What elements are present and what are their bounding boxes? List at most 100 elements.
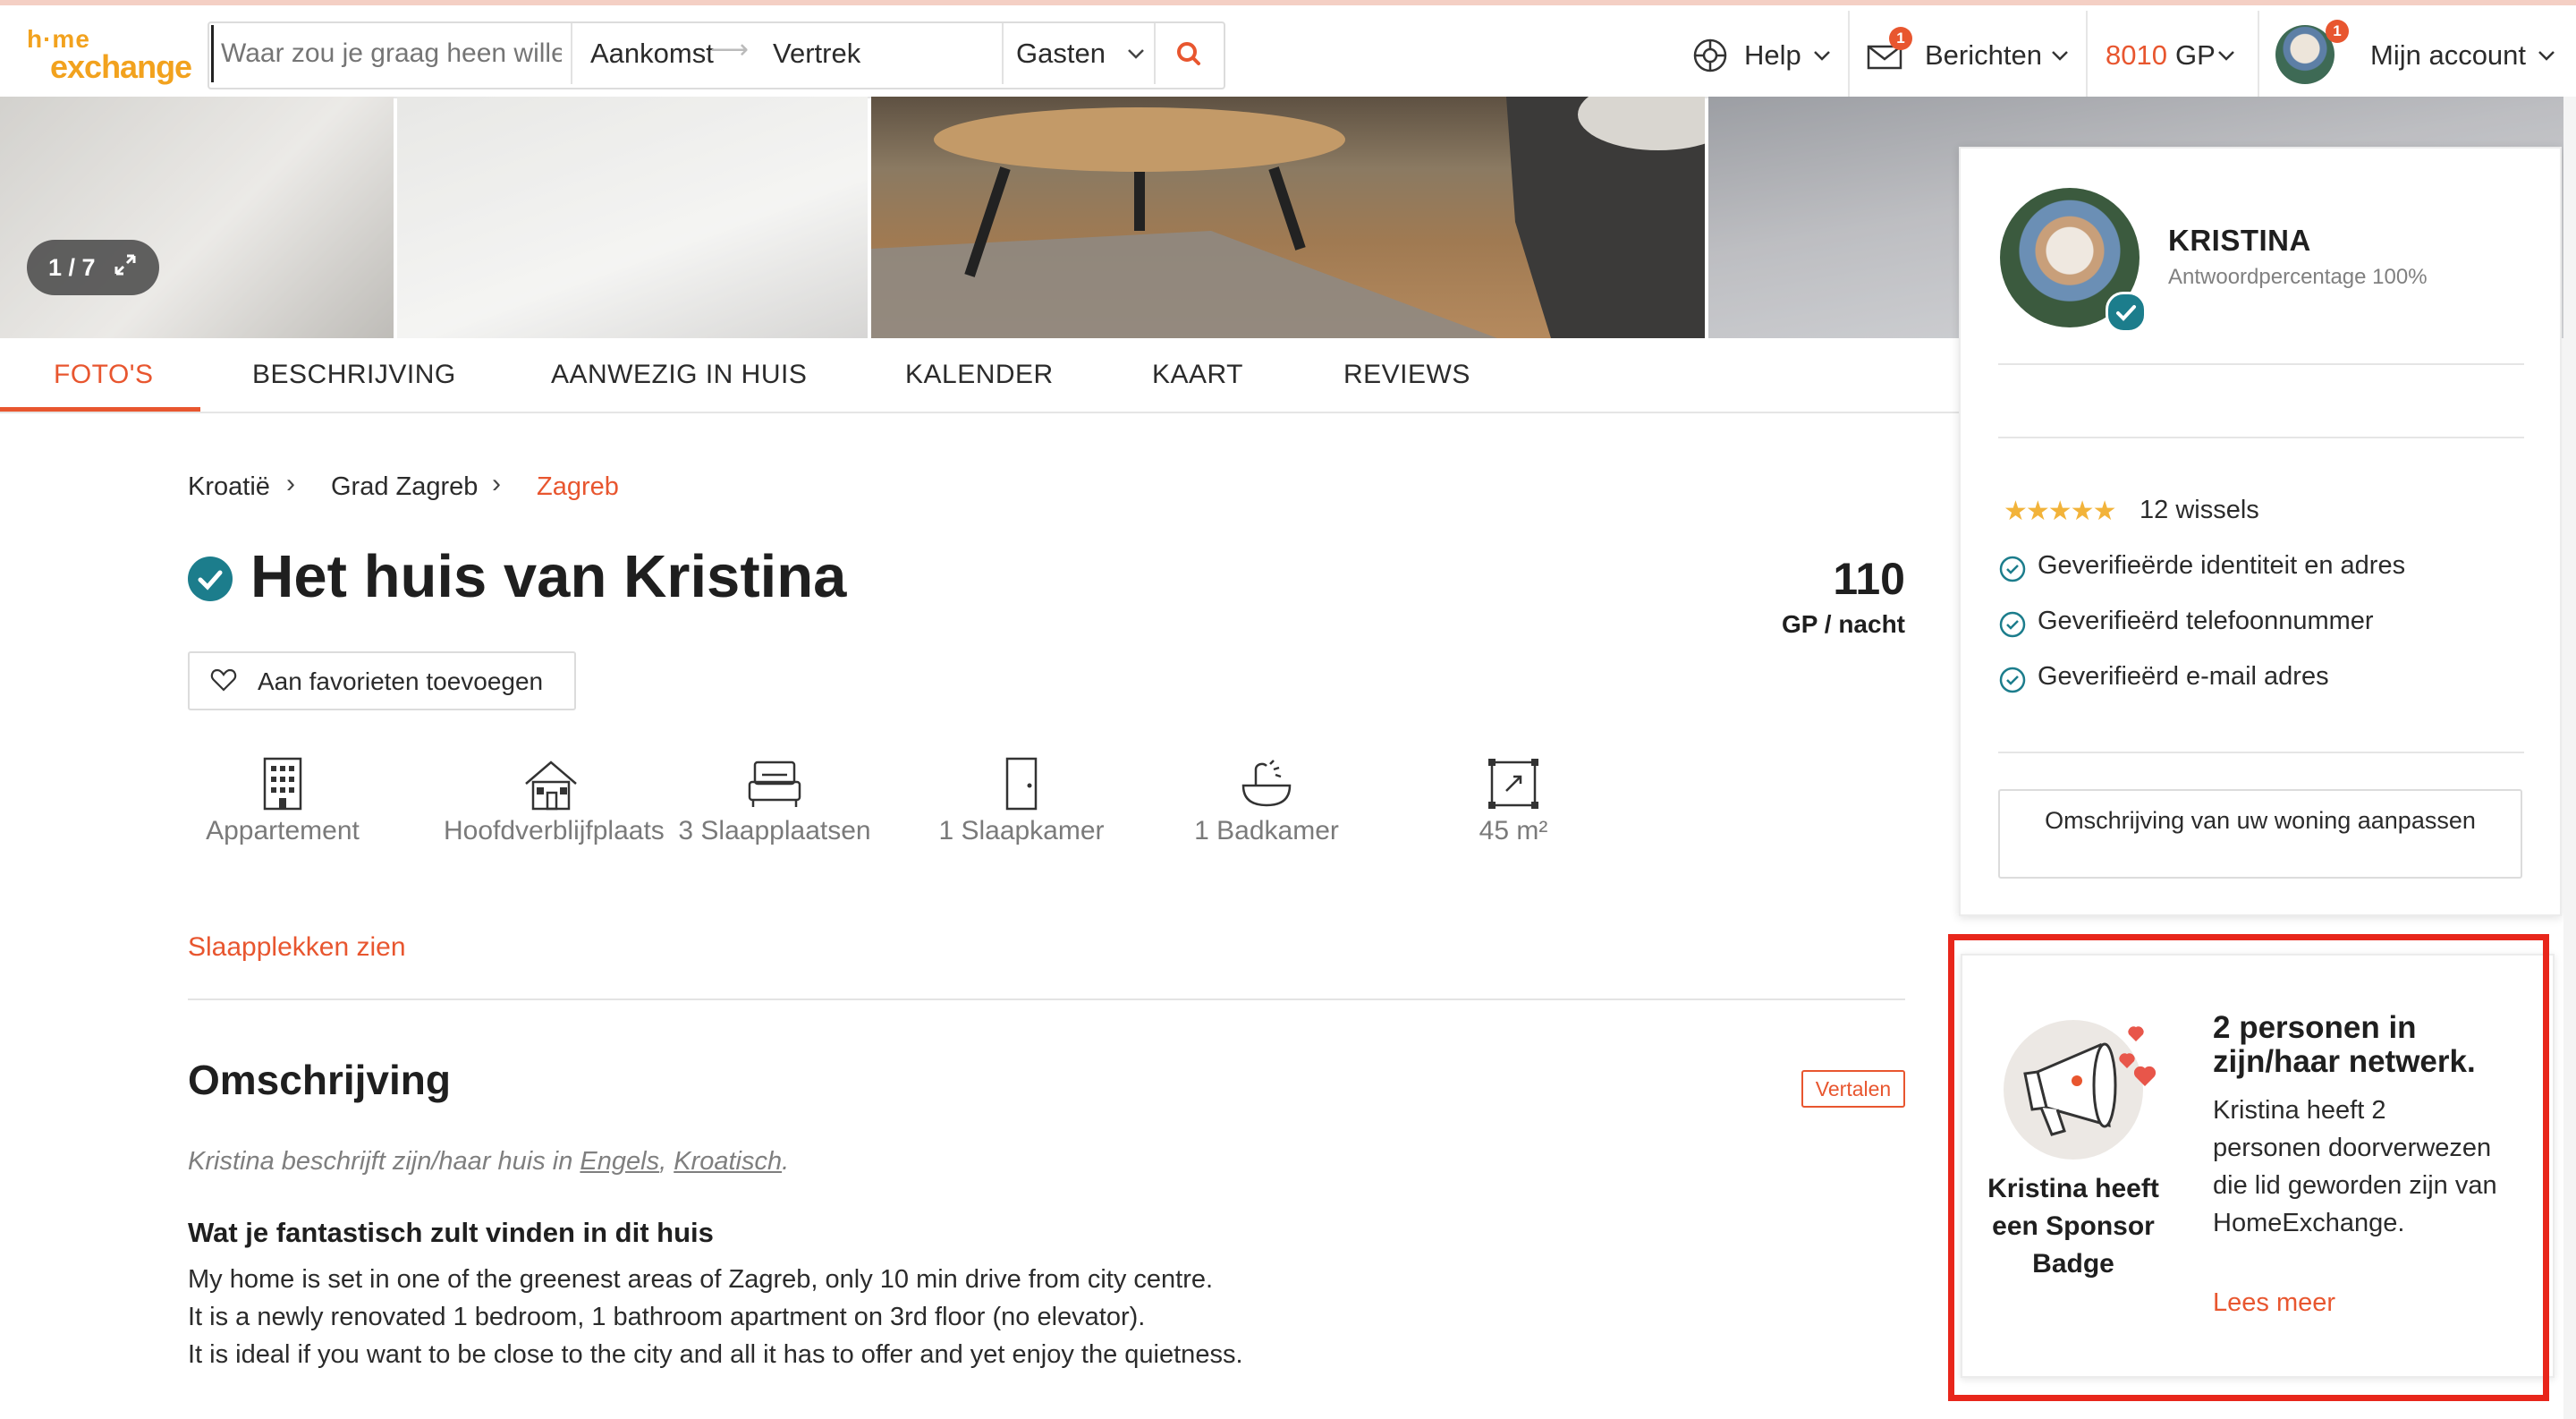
scrollbar[interactable]: [2563, 97, 2576, 1419]
bed-icon: [748, 760, 801, 807]
area-icon: [1488, 759, 1538, 809]
points-unit: GP: [2175, 39, 2216, 71]
feature-bedrooms: 1 Slaapkamer: [914, 757, 1129, 846]
verified-check-icon: [188, 557, 233, 601]
tab-map[interactable]: KAART: [1152, 360, 1243, 390]
header: h·me exchange Aankomst ⟶ Vertrek Gasten …: [0, 5, 2576, 100]
search-icon: [1177, 42, 1200, 65]
chevron-down-icon: [2538, 51, 2555, 61]
chevron-down-icon: [1814, 51, 1830, 61]
host-response-rate: Antwoordpercentage 100%: [2168, 265, 2428, 289]
search-divider: [1002, 23, 1004, 84]
verification-label: Geverifieërde identiteit en adres: [2038, 551, 2406, 580]
breadcrumb-country[interactable]: Kroatië: [188, 472, 270, 502]
description-line: My home is set in one of the greenest ar…: [188, 1265, 1214, 1294]
feature-label: Appartement: [206, 816, 360, 845]
see-sleeping-places-link[interactable]: Slaapplekken zien: [188, 932, 406, 963]
points-menu[interactable]: 8010 GP: [2106, 25, 2243, 84]
help-menu[interactable]: Help: [1690, 25, 1837, 84]
feature-area: 45 m²: [1406, 757, 1621, 846]
translate-button[interactable]: Vertalen: [1801, 1070, 1905, 1108]
rating-stars-icon: ★★★★★: [2004, 497, 2116, 526]
help-label: Help: [1744, 39, 1801, 71]
homeexchange-logo[interactable]: h·me exchange: [27, 25, 192, 85]
feature-property-type: Appartement: [175, 757, 390, 846]
chevron-right-icon: ›: [286, 469, 295, 498]
departure-date-field[interactable]: Vertrek: [773, 38, 860, 70]
account-menu[interactable]: Mijn account: [2370, 25, 2562, 84]
photo-bathroom-2[interactable]: [397, 97, 868, 338]
host-name[interactable]: KRISTINA: [2168, 224, 2311, 258]
favorites-label: Aan favorieten toevoegen: [258, 667, 544, 695]
feature-bathrooms: 1 Badkamer: [1159, 757, 1374, 846]
header-divider: [1848, 11, 1850, 100]
lifebuoy-icon: [1693, 38, 1727, 72]
host-card: KRISTINA Antwoordpercentage 100% ★★★★★ 1…: [1959, 147, 2562, 916]
swaps-count: 12 wissels: [2140, 496, 2259, 524]
description-line: It is ideal if you want to be close to t…: [188, 1340, 1243, 1369]
highlight-box: [1948, 934, 2549, 1401]
card-divider: [1998, 437, 2524, 438]
logo-text-bottom: exchange: [50, 48, 192, 85]
heart-icon: [210, 668, 237, 692]
photo-living-room[interactable]: [871, 97, 1739, 338]
messages-menu[interactable]: 1 Berichten: [1866, 25, 2089, 84]
check-circle-icon: [1999, 556, 2026, 582]
header-divider: [2086, 11, 2088, 100]
house-icon: [525, 760, 577, 811]
destination-input[interactable]: [211, 25, 569, 82]
chevron-down-icon: [2218, 51, 2234, 61]
description-language-note: Kristina beschrijft zijn/haar huis in En…: [188, 1147, 790, 1176]
tab-description[interactable]: BESCHRIJVING: [252, 360, 456, 390]
tab-present-in-house[interactable]: AANWEZIG IN HUIS: [551, 360, 807, 390]
tab-photos[interactable]: FOTO'S: [54, 360, 154, 390]
photo-counter-label: 1 / 7: [48, 254, 96, 281]
card-divider: [1998, 752, 2524, 753]
section-tabs: FOTO'S BESCHRIJVING AANWEZIG IN HUIS KAL…: [0, 338, 1959, 413]
search-divider: [571, 23, 572, 84]
account-badge: 1: [2326, 20, 2349, 43]
account-label: Mijn account: [2370, 39, 2527, 71]
points-value: 8010: [2106, 39, 2167, 71]
arrival-date-field[interactable]: Aankomst: [590, 38, 714, 70]
language-link-english[interactable]: Engels: [580, 1147, 659, 1176]
language-note-text: Kristina beschrijft zijn/haar huis in: [188, 1147, 573, 1176]
feature-label: 3 Slaapplaatsen: [678, 816, 871, 845]
page-title: Het huis van Kristina: [250, 543, 847, 610]
verification-label: Geverifieërd e-mail adres: [2038, 662, 2329, 691]
feature-label: 1 Slaapkamer: [938, 816, 1105, 845]
check-circle-icon: [1999, 667, 2026, 693]
door-icon: [1005, 757, 1038, 811]
card-divider: [1998, 363, 2524, 365]
bathtub-icon: [1241, 760, 1292, 807]
guests-select[interactable]: Gasten: [1016, 38, 1106, 70]
tab-calendar[interactable]: KALENDER: [905, 360, 1054, 390]
expand-icon: [114, 254, 136, 276]
chevron-down-icon: [2052, 51, 2068, 61]
arrow-right-icon: ⟶: [710, 35, 750, 64]
language-link-croatian[interactable]: Kroatisch: [674, 1147, 782, 1176]
tab-reviews[interactable]: REVIEWS: [1343, 360, 1470, 390]
breadcrumb-city[interactable]: Zagreb: [537, 472, 619, 502]
breadcrumb-region[interactable]: Grad Zagreb: [331, 472, 478, 502]
feature-label: 1 Badkamer: [1194, 816, 1339, 845]
chevron-down-icon: [1128, 49, 1144, 59]
edit-home-description-button[interactable]: Omschrijving van uw woning aanpassen: [1998, 789, 2522, 879]
feature-beds: 3 Slaapplaatsen: [667, 757, 882, 846]
description-line: It is a newly renovated 1 bedroom, 1 bat…: [188, 1303, 1146, 1331]
feature-residence: Hoofdverblijfplaats: [444, 757, 665, 846]
price-unit: GP / nacht: [1782, 610, 1905, 638]
living-room-table-image: [871, 97, 1739, 338]
chevron-right-icon: ›: [492, 469, 501, 498]
search-button[interactable]: [1156, 23, 1222, 84]
price-value: 110: [1833, 554, 1905, 604]
photo-counter[interactable]: 1 / 7: [27, 240, 159, 295]
messages-badge: 1: [1889, 27, 1912, 50]
photo-bathroom-1[interactable]: [0, 97, 394, 338]
verification-label: Geverifieërd telefoonnummer: [2038, 607, 2374, 635]
apartment-icon: [263, 757, 302, 811]
add-to-favorites-button[interactable]: Aan favorieten toevoegen: [188, 651, 576, 710]
feature-label: 45 m²: [1479, 816, 1548, 845]
description-title: Omschrijving: [188, 1057, 451, 1103]
active-tab-indicator: [0, 407, 200, 412]
